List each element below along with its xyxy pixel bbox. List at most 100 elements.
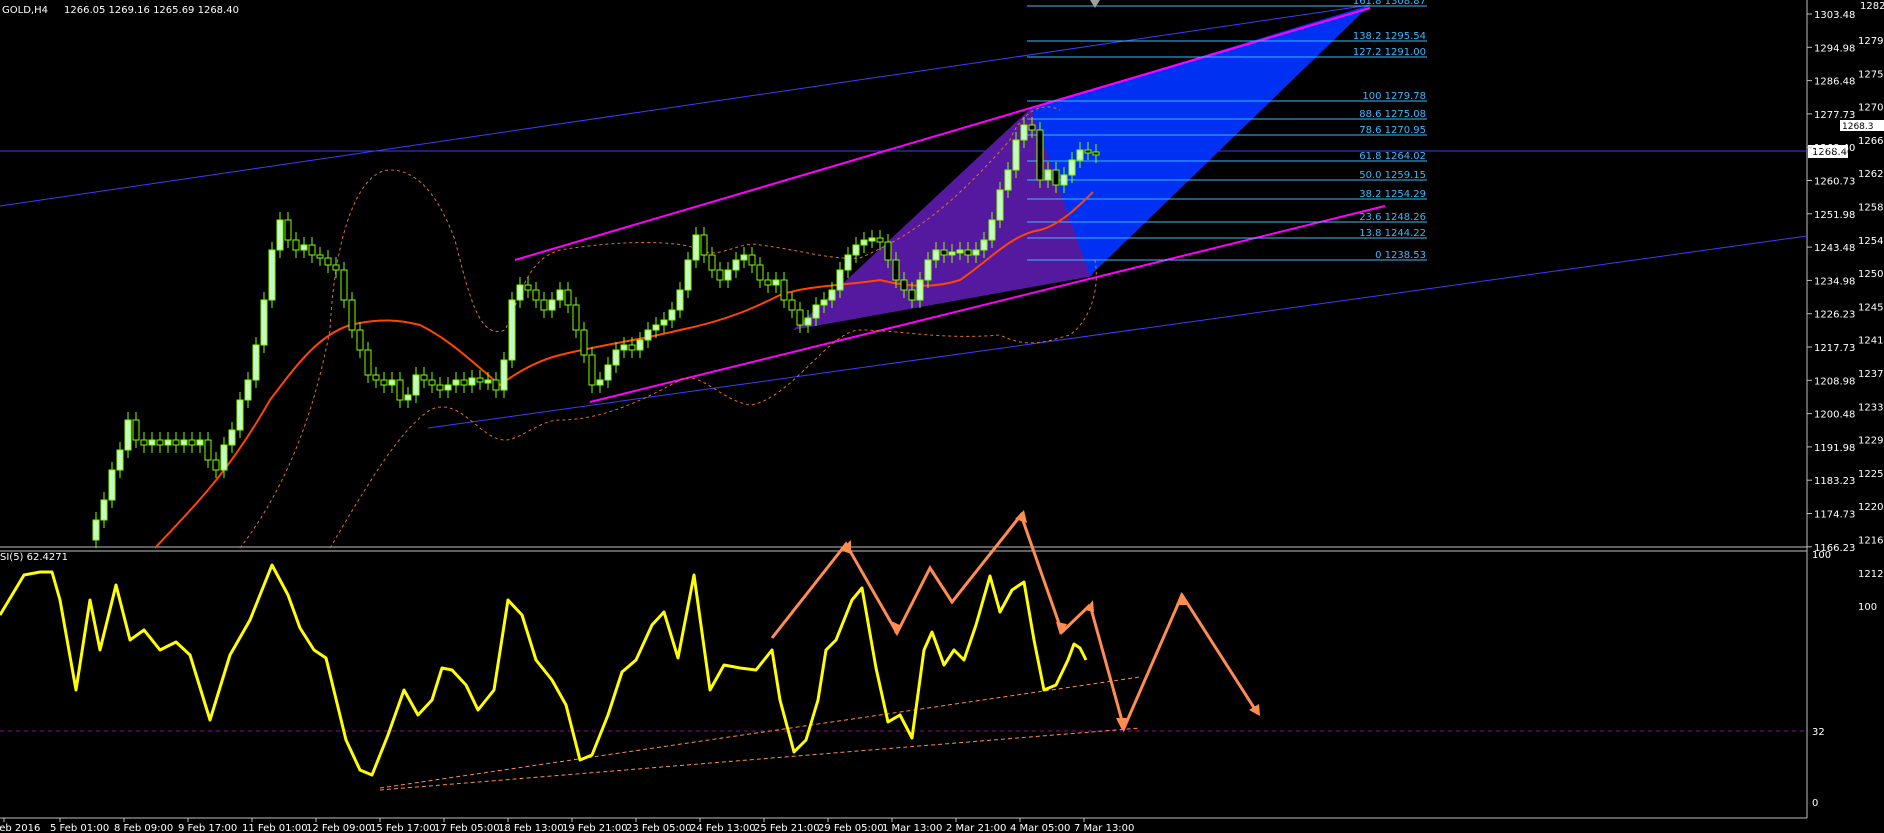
candle-body[interactable] [868, 237, 876, 242]
candle-body[interactable] [708, 254, 716, 271]
candle-body[interactable] [828, 289, 836, 301]
candle-body[interactable] [660, 319, 668, 326]
candle-body[interactable] [156, 439, 164, 446]
candle-body[interactable] [932, 249, 940, 261]
candle-body[interactable] [268, 249, 276, 301]
candle-body[interactable] [260, 299, 268, 346]
candle-body[interactable] [732, 259, 740, 271]
candle-body[interactable] [92, 519, 100, 541]
candle-body[interactable] [348, 299, 356, 331]
candle-body[interactable] [500, 359, 508, 391]
candle-body[interactable] [644, 329, 652, 341]
candle-body[interactable] [596, 379, 604, 386]
candle-body[interactable] [988, 219, 996, 241]
candle-body[interactable] [1068, 159, 1076, 176]
candle-body[interactable] [916, 279, 924, 301]
candle-body[interactable] [964, 249, 972, 256]
chart-canvas[interactable]: 161.8 1308.87 138.2 1295.54 127.2 1291.00 1… [0, 0, 1884, 833]
candle-body[interactable] [228, 429, 236, 446]
candle-body[interactable] [420, 374, 428, 381]
candle-body[interactable] [436, 384, 444, 391]
candle-body[interactable] [948, 251, 956, 256]
candle-body[interactable] [404, 394, 412, 401]
scroll-marker-icon[interactable] [1090, 0, 1100, 8]
candle-body[interactable] [428, 379, 436, 386]
candle-body[interactable] [124, 419, 132, 451]
candle-body[interactable] [652, 324, 660, 331]
candle-body[interactable] [132, 419, 140, 441]
candle-body[interactable] [1060, 174, 1068, 186]
candle-body[interactable] [876, 237, 884, 243]
candle-body[interactable] [572, 304, 580, 331]
candle-body[interactable] [284, 219, 292, 241]
candle-body[interactable] [924, 259, 932, 281]
candle-body[interactable] [1076, 149, 1084, 161]
candle-body[interactable] [844, 254, 852, 271]
candle-body[interactable] [140, 439, 148, 446]
candle-body[interactable] [676, 289, 684, 311]
candle-body[interactable] [508, 299, 516, 361]
candle-body[interactable] [668, 309, 676, 321]
trendlines[interactable] [0, 4, 1808, 429]
candle-body[interactable] [316, 254, 324, 259]
candle-body[interactable] [172, 439, 180, 446]
candle-body[interactable] [900, 279, 908, 291]
candle-body[interactable] [1004, 169, 1012, 191]
candle-body[interactable] [796, 309, 804, 326]
candle-body[interactable] [1036, 129, 1044, 181]
candle-body[interactable] [364, 349, 372, 376]
candle-body[interactable] [300, 244, 308, 251]
candle-body[interactable] [356, 329, 364, 351]
candle-body[interactable] [252, 344, 260, 381]
candle-body[interactable] [1052, 169, 1060, 186]
candle-body[interactable] [692, 234, 700, 261]
candle-body[interactable] [548, 299, 556, 311]
candle-body[interactable] [764, 279, 772, 286]
candle-body[interactable] [604, 364, 612, 381]
candle-body[interactable] [1012, 139, 1020, 171]
candle-body[interactable] [292, 239, 300, 251]
candle-body[interactable] [852, 244, 860, 256]
candle-body[interactable] [860, 239, 868, 246]
candle-body[interactable] [836, 269, 844, 291]
candle-body[interactable] [204, 439, 212, 461]
candle-body[interactable] [380, 379, 388, 386]
candle-body[interactable] [188, 439, 196, 446]
candle-body[interactable] [540, 299, 548, 311]
candle-body[interactable] [308, 244, 316, 256]
candle-body[interactable] [612, 349, 620, 366]
candle-body[interactable] [100, 499, 108, 521]
candle-body[interactable] [236, 399, 244, 431]
candle-body[interactable] [532, 289, 540, 301]
candle-body[interactable] [892, 259, 900, 281]
candle-body[interactable] [636, 339, 644, 351]
candle-body[interactable] [1028, 124, 1036, 131]
candle-body[interactable] [1044, 169, 1052, 181]
candle-body[interactable] [372, 374, 380, 381]
candle-body[interactable] [516, 284, 524, 301]
candle-body[interactable] [1020, 124, 1028, 141]
candle-body[interactable] [804, 317, 812, 326]
candle-body[interactable] [108, 469, 116, 501]
candle-body[interactable] [484, 379, 492, 384]
candle-body[interactable] [580, 329, 588, 356]
candle-body[interactable] [980, 239, 988, 251]
candle-body[interactable] [972, 249, 980, 256]
candlesticks[interactable] [92, 117, 1100, 548]
candle-body[interactable] [940, 249, 948, 256]
candle-body[interactable] [564, 289, 572, 306]
candle-body[interactable] [996, 189, 1004, 221]
candle-body[interactable] [444, 384, 452, 391]
candle-body[interactable] [740, 254, 748, 261]
candle-body[interactable] [620, 344, 628, 351]
candle-body[interactable] [748, 254, 756, 266]
candle-body[interactable] [556, 289, 564, 301]
candle-body[interactable] [276, 219, 284, 251]
candle-body[interactable] [340, 269, 348, 301]
candle-body[interactable] [628, 344, 636, 351]
candle-body[interactable] [412, 374, 420, 396]
candle-body[interactable] [772, 279, 780, 286]
candle-body[interactable] [1084, 149, 1092, 154]
candle-body[interactable] [812, 304, 820, 319]
candle-body[interactable] [700, 234, 708, 256]
